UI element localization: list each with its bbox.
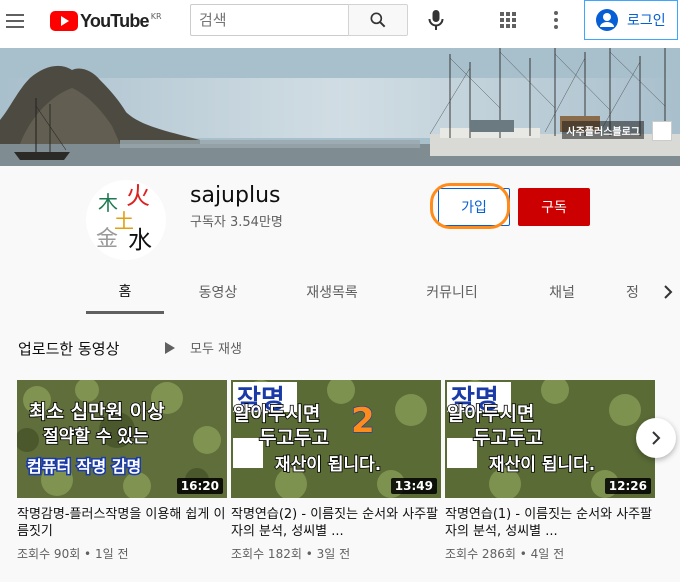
play-icon xyxy=(165,341,175,354)
channel-avatar[interactable]: 木 火 土 金 水 xyxy=(86,180,166,260)
svg-text:절약할 수 있는: 절약할 수 있는 xyxy=(43,426,149,447)
more-vert-icon xyxy=(554,11,558,29)
microphone-icon xyxy=(428,10,444,30)
apps-button[interactable] xyxy=(496,8,520,32)
subscriber-count: 구독자 3.54만명 xyxy=(190,215,283,230)
svg-text:水: 水 xyxy=(128,226,152,254)
svg-text:두고두고: 두고두고 xyxy=(473,427,543,449)
svg-text:컴퓨터 작명 감명: 컴퓨터 작명 감명 xyxy=(27,457,141,476)
account-icon xyxy=(596,9,618,31)
svg-text:火: 火 xyxy=(126,182,150,210)
voice-search-button[interactable] xyxy=(424,8,448,32)
tab-home[interactable]: 홈 xyxy=(86,270,164,314)
search-icon xyxy=(370,12,386,28)
video-thumbnail[interactable]: 작명 알아두시면 두고두고 재산이 됩니다. 12:26 xyxy=(445,380,655,498)
apps-grid-icon xyxy=(500,12,516,28)
video-title[interactable]: 작명감명-플러스작명을 이용해 쉽게 이름짓기 xyxy=(17,506,227,540)
blog-logo-icon[interactable] xyxy=(652,121,672,141)
video-card[interactable]: 작명 알아두시면 두고두고 재산이 됩니다. 12:26 작명연습(1) - 이… xyxy=(445,380,655,562)
menu-icon[interactable] xyxy=(6,10,28,32)
search-button[interactable] xyxy=(348,4,408,36)
top-bar: YouTube KR 로그인 xyxy=(0,0,680,48)
join-button[interactable]: 가입 xyxy=(438,188,510,226)
video-duration: 16:20 xyxy=(176,478,223,494)
settings-more-button[interactable] xyxy=(544,8,568,32)
chevron-right-icon xyxy=(664,285,673,299)
video-title[interactable]: 작명연습(1) - 이름짓는 순서와 사주팔자의 분석, 성씨별 ... xyxy=(445,506,655,540)
tab-community[interactable]: 커뮤니티 xyxy=(392,270,512,314)
play-all-label: 모두 재생 xyxy=(190,342,242,357)
svg-text:재산이 됩니다.: 재산이 됩니다. xyxy=(489,455,595,475)
svg-text:알아두시면: 알아두시면 xyxy=(233,403,320,425)
home-content: 업로드한 동영상 모두 재생 최소 십만원 이상 절약할 수 있는 컴퓨터 작명… xyxy=(0,314,680,582)
login-button[interactable]: 로그인 xyxy=(584,0,678,40)
svg-text:金: 金 xyxy=(96,227,118,252)
search-input[interactable] xyxy=(190,4,348,36)
five-elements-logo-icon: 木 火 土 金 水 xyxy=(96,182,152,254)
tab-videos[interactable]: 동영상 xyxy=(164,270,272,314)
play-logo-icon xyxy=(50,11,78,31)
login-label: 로그인 xyxy=(627,13,666,29)
tab-about[interactable]: 정 xyxy=(612,270,648,314)
channel-name: sajuplus xyxy=(190,183,281,208)
tab-channels[interactable]: 채널 xyxy=(512,270,612,314)
video-thumbnail[interactable]: 최소 십만원 이상 절약할 수 있는 컴퓨터 작명 감명 16:20 xyxy=(17,380,227,498)
svg-text:재산이 됩니다.: 재산이 됩니다. xyxy=(275,455,381,475)
youtube-logo[interactable]: YouTube KR xyxy=(50,9,162,33)
video-meta: 조회수 286회 • 4일 전 xyxy=(445,547,565,561)
svg-text:두고두고: 두고두고 xyxy=(259,427,329,449)
logo-text: YouTube xyxy=(80,10,150,31)
tab-playlists[interactable]: 재생목록 xyxy=(272,270,392,314)
chevron-right-icon xyxy=(652,431,661,445)
svg-text:알아두시면: 알아두시면 xyxy=(447,403,534,425)
video-duration: 13:49 xyxy=(390,478,437,494)
channel-header: 木 火 土 金 水 sajuplus 구독자 3.54만명 가입 구독 홈 동영… xyxy=(0,166,680,314)
video-meta: 조회수 90회 • 1일 전 xyxy=(17,547,129,561)
region-code: KR xyxy=(150,11,162,21)
harbor-banner-art xyxy=(0,48,680,166)
subscribe-button[interactable]: 구독 xyxy=(518,188,590,226)
svg-text:최소 십만원 이상: 최소 십만원 이상 xyxy=(29,401,165,423)
video-thumbnail[interactable]: 작명 알아두시면 두고두고 재산이 됩니다. 2 13:49 xyxy=(231,380,441,498)
play-all-button[interactable]: 모두 재생 xyxy=(164,338,242,357)
channel-tabs: 홈 동영상 재생목록 커뮤니티 채널 정 xyxy=(86,270,648,314)
video-meta: 조회수 182회 • 3일 전 xyxy=(231,547,351,561)
tabs-scroll-right-button[interactable] xyxy=(660,284,676,300)
video-card[interactable]: 작명 알아두시면 두고두고 재산이 됩니다. 2 13:49 작명연습(2) -… xyxy=(231,380,441,562)
shelf-next-button[interactable] xyxy=(636,418,676,458)
blog-link-badge[interactable]: 사주플러스블로그 xyxy=(562,121,644,139)
channel-banner: 사주플러스블로그 xyxy=(0,48,680,166)
section-title[interactable]: 업로드한 동영상 xyxy=(18,338,119,359)
video-card[interactable]: 최소 십만원 이상 절약할 수 있는 컴퓨터 작명 감명 16:20 작명감명-… xyxy=(17,380,227,562)
video-duration: 12:26 xyxy=(604,478,651,494)
video-title[interactable]: 작명연습(2) - 이름짓는 순서와 사주팔자의 분석, 성씨별 ... xyxy=(231,506,441,540)
svg-text:2: 2 xyxy=(351,401,375,441)
